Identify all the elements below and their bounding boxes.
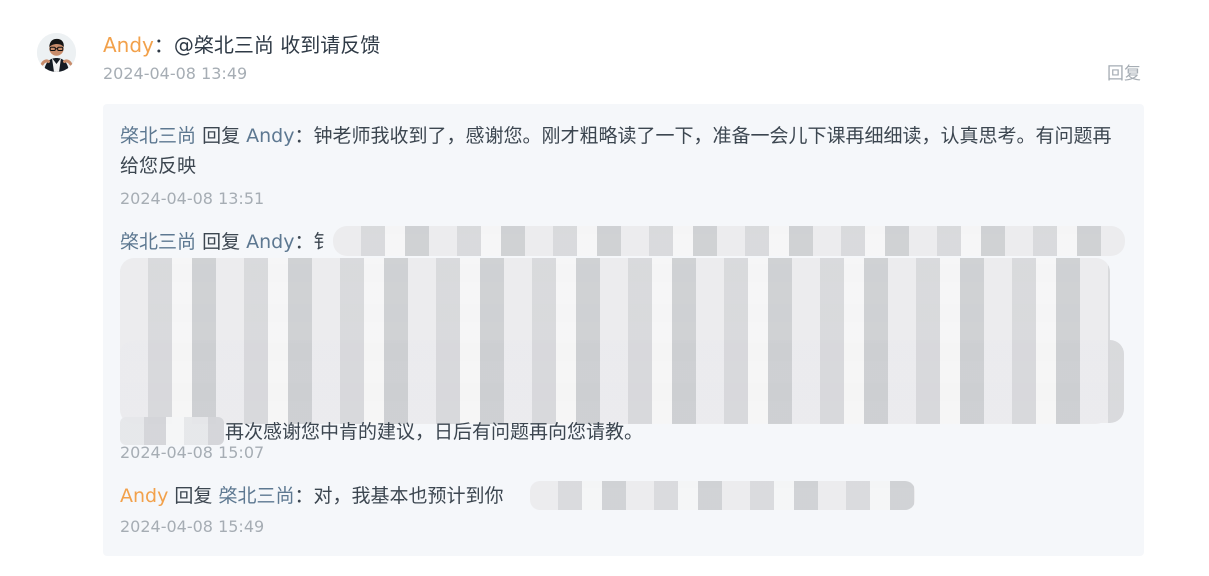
reply-2-target[interactable]: Andy bbox=[246, 231, 294, 253]
reply-1-text: 棨北三尚 回复 Andy：钟老师我收到了，感谢您。刚才粗略读了一下，准备一会儿下… bbox=[120, 121, 1120, 181]
comment-text: @棨北三尚 收到请反馈 bbox=[173, 33, 381, 57]
reply-3-reply-word: 回复 bbox=[174, 485, 213, 507]
user-avatar-icon bbox=[37, 33, 76, 72]
reply-1-reply-word: 回复 bbox=[202, 125, 241, 147]
reply-2-visible-end: 再次感谢您中肯的建议，日后有问题再向您请教。 bbox=[225, 421, 644, 443]
reply-3-target[interactable]: 棨北三尚 bbox=[218, 485, 294, 507]
reply-2-prefix: 钅 bbox=[313, 231, 333, 253]
avatar[interactable] bbox=[37, 33, 76, 72]
reply-1-target[interactable]: Andy bbox=[246, 125, 294, 147]
main-comment-text-line: Andy：@棨北三尚 收到请反馈 bbox=[103, 31, 380, 59]
comment-author[interactable]: Andy bbox=[103, 33, 154, 57]
reply-3-separator: ： bbox=[294, 485, 314, 507]
redacted-text-area bbox=[120, 417, 224, 445]
reply-1-author[interactable]: 棨北三尚 bbox=[120, 125, 196, 147]
redacted-text-area bbox=[530, 481, 915, 510]
reply-2-time: 2024-04-08 15:07 bbox=[120, 443, 265, 462]
redacted-text-area bbox=[120, 340, 1124, 423]
reply-3-body: 对，我基本也预计到你 bbox=[313, 485, 504, 507]
reply-button[interactable]: 回复 bbox=[1107, 62, 1141, 86]
reply-3-time: 2024-04-08 15:49 bbox=[120, 517, 265, 536]
comment-time: 2024-04-08 13:49 bbox=[103, 64, 248, 83]
reply-3-author[interactable]: Andy bbox=[120, 485, 168, 507]
comment-thread: Andy：@棨北三尚 收到请反馈 2024-04-08 13:49 回复 棨北三… bbox=[0, 0, 1209, 576]
reply-2-reply-word: 回复 bbox=[202, 231, 241, 253]
reply-2-author[interactable]: 棨北三尚 bbox=[120, 231, 196, 253]
redacted-text-area bbox=[333, 226, 1125, 256]
replies-container: 棨北三尚 回复 Andy：钟老师我收到了，感谢您。刚才粗略读了一下，准备一会儿下… bbox=[103, 104, 1144, 556]
reply-1-time: 2024-04-08 13:51 bbox=[120, 189, 265, 208]
reply-1-separator: ： bbox=[294, 125, 314, 147]
reply-2-separator: ： bbox=[294, 231, 314, 253]
comment-separator: ： bbox=[153, 33, 174, 57]
